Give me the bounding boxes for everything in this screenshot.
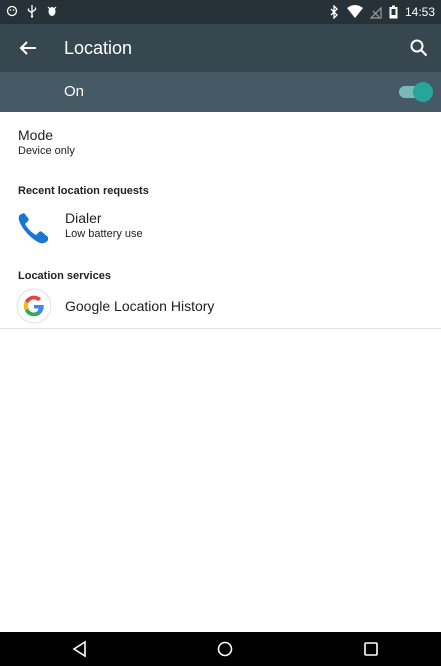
google-location-history-texts: Google Location History [65, 298, 214, 314]
location-services-header: Location services [18, 270, 111, 282]
home-circle-icon[interactable] [215, 639, 235, 659]
search-icon[interactable] [407, 36, 431, 60]
google-location-history-name: Google Location History [65, 298, 215, 314]
arrow-left-icon[interactable] [16, 36, 40, 60]
status-bar: 14:53 [0, 0, 441, 24]
dialer-usage: Low battery use [65, 228, 143, 240]
list-item-google-location-history[interactable]: Google Location History [0, 286, 441, 330]
google-icon [16, 288, 52, 324]
wifi-icon [346, 5, 363, 18]
no-signal-icon [369, 6, 382, 19]
mode-title: Mode [18, 127, 54, 143]
bluetooth-icon [330, 5, 338, 19]
system-nav-bar [0, 632, 441, 666]
mode-preference[interactable]: Mode Device only [18, 127, 441, 157]
status-right-icons: 14:53 [328, 4, 435, 20]
dialer-texts: Dialer Low battery use [65, 210, 143, 240]
list-divider [0, 328, 441, 329]
usb-icon [27, 5, 37, 18]
mode-value: Device only [18, 145, 75, 157]
status-left-icons [6, 4, 58, 18]
dialer-name: Dialer [65, 210, 102, 226]
switch-label: On [64, 83, 85, 100]
app-toolbar: Location [0, 24, 441, 72]
page-title: Location [64, 38, 133, 58]
phone-icon [18, 213, 48, 244]
back-triangle-icon[interactable] [70, 639, 90, 659]
android-icon [6, 5, 18, 17]
location-toggle[interactable] [397, 82, 433, 102]
recents-square-icon[interactable] [361, 639, 381, 659]
status-clock: 14:53 [404, 5, 435, 19]
battery-icon [389, 5, 398, 19]
recent-requests-header: Recent location requests [18, 185, 149, 197]
debug-icon [47, 6, 57, 16]
toggle-thumb [413, 82, 433, 102]
location-master-switch-bar[interactable]: On [0, 72, 441, 112]
list-item-dialer[interactable]: Dialer Low battery use [0, 206, 441, 250]
